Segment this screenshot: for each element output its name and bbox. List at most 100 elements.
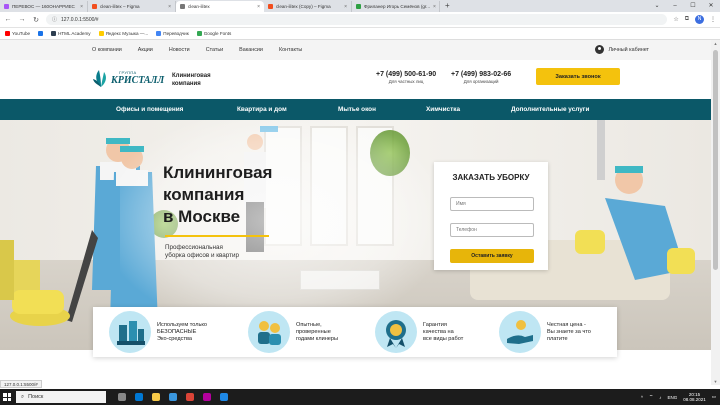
close-window-icon[interactable]: ✕	[702, 0, 720, 12]
scroll-down-icon[interactable]: ▼	[711, 379, 720, 384]
submit-request-button[interactable]: Оставить заявку	[450, 249, 534, 263]
menu-icon[interactable]: ⋮	[710, 16, 716, 23]
extensions-icon[interactable]: ⧉	[685, 16, 689, 23]
browser-tab-active[interactable]: clean-ilitex ×	[176, 1, 264, 12]
bookmark-label: HTML Academy	[58, 31, 91, 36]
store-icon[interactable]	[169, 393, 177, 401]
top-menu-promos[interactable]: Акции	[138, 47, 153, 53]
youtube-icon	[5, 31, 10, 36]
close-tab-icon[interactable]: ×	[257, 4, 260, 10]
close-tab-icon[interactable]: ×	[344, 4, 347, 10]
bookmark-icon	[38, 31, 44, 36]
feature-text: Честная цена -	[547, 321, 586, 328]
chrome-icon[interactable]	[186, 393, 194, 401]
url-field[interactable]: ⓘ 127.0.0.1:5500/#	[46, 14, 668, 25]
tab-title: ПЕРЕВОС — 160ОНАРРИЕС	[12, 4, 75, 9]
features-bar: Используем только БЕЗОПАСНЫЕ Эко-средства …	[93, 307, 617, 357]
menu-offices[interactable]: Офисы и помещения	[116, 106, 183, 113]
top-menu-articles[interactable]: Статьи	[206, 47, 223, 53]
menu-extra-services[interactable]: Дополнительные услуги	[511, 106, 589, 113]
network-icon[interactable]: ⌔	[649, 394, 653, 400]
language-indicator[interactable]: ENG	[667, 395, 677, 400]
hero-title-underline	[165, 235, 269, 237]
feature-text: Гарантия	[423, 321, 447, 328]
personal-cabinet-link[interactable]: Личный кабинет	[595, 45, 649, 54]
new-tab-button[interactable]: +	[440, 1, 455, 12]
hero-subtitle: Профессиональная уборка офисов и квартир	[165, 244, 239, 260]
main-menu: Офисы и помещения Квартира и дом Мытье о…	[0, 99, 711, 120]
leaves-logo-icon	[93, 70, 106, 87]
top-menu-news[interactable]: Новости	[169, 47, 190, 53]
forward-icon[interactable]: →	[18, 16, 26, 23]
translate-icon	[156, 31, 162, 36]
scrollbar-thumb[interactable]	[713, 50, 718, 270]
tray-arrow-icon[interactable]: ^	[641, 395, 643, 400]
info-icon[interactable]: ⓘ	[52, 16, 57, 23]
feature-text: все виды работ	[423, 335, 464, 342]
phone-business[interactable]: +7 (499) 983-02-66 Для организаций	[451, 71, 511, 84]
windows-taskbar: ⌕ Поиск ^ ⌔ ♪ ENG 20:15 08.08.2021 ▭	[0, 389, 720, 405]
bookmark-label: Яндекс Музыка —...	[105, 31, 149, 36]
figma-favicon-icon	[92, 4, 97, 9]
order-call-button[interactable]: Заказать звонок	[536, 68, 620, 85]
menu-windows[interactable]: Мытье окон	[338, 106, 376, 113]
minimize-icon[interactable]: –	[666, 0, 684, 12]
close-tab-icon[interactable]: ×	[80, 4, 83, 10]
company-tagline: Клининговая компания	[172, 72, 211, 88]
back-icon[interactable]: ←	[4, 16, 12, 23]
hero-subtitle-line: Профессиональная	[165, 244, 223, 251]
clock[interactable]: 20:15 08.08.2021	[683, 392, 706, 403]
top-menu-about[interactable]: О компании	[92, 47, 122, 53]
phone-input[interactable]	[450, 223, 534, 237]
top-menu-vacancies[interactable]: Вакансии	[239, 47, 263, 53]
browser-tab[interactable]: ПЕРЕВОС — 160ОНАРРИЕС ×	[0, 1, 88, 12]
phone-private[interactable]: +7 (499) 500-61-90 Для частных лиц	[376, 71, 436, 84]
hero-title: Клининговая компания в Москве	[163, 162, 272, 228]
notifications-icon[interactable]: ▭	[712, 394, 716, 400]
tab-search-icon[interactable]: ⌄	[648, 0, 666, 12]
phone-label: Для организаций	[463, 79, 499, 84]
profile-avatar[interactable]: N	[695, 15, 704, 24]
star-icon[interactable]: ☆	[673, 16, 678, 23]
cleaning-supplies-icon	[109, 311, 151, 353]
start-button[interactable]	[0, 389, 14, 405]
logo-text: КРИСТАЛЛ	[111, 75, 165, 86]
task-view-icon[interactable]	[118, 393, 126, 401]
scroll-up-icon[interactable]: ▲	[711, 41, 720, 46]
app-icon[interactable]	[203, 393, 211, 401]
search-icon: ⌕	[21, 393, 25, 400]
cleaners-icon	[248, 311, 290, 353]
edge-icon[interactable]	[135, 393, 143, 401]
vscode-icon[interactable]	[220, 393, 228, 401]
browser-tab[interactable]: clean-ilitex – Figma ×	[88, 1, 176, 12]
top-menu-contacts[interactable]: Контакты	[279, 47, 302, 53]
close-tab-icon[interactable]: ×	[168, 4, 171, 10]
taskbar-search[interactable]: ⌕ Поиск	[16, 391, 106, 403]
feature-quality: Гарантия качества на все виды работ	[375, 311, 489, 353]
menu-apartment[interactable]: Квартира и дом	[237, 106, 287, 113]
logo[interactable]: ГРУППА КРИСТАЛЛ	[93, 67, 164, 89]
bookmark-yandex-music[interactable]: Яндекс Музыка —...	[98, 31, 149, 36]
name-input[interactable]	[450, 197, 534, 211]
file-explorer-icon[interactable]	[152, 393, 160, 401]
bookmark-youtube[interactable]: YouTube	[5, 31, 30, 36]
order-form-title: ЗАКАЗАТЬ УБОРКУ	[452, 173, 530, 182]
reload-icon[interactable]: ↻	[32, 16, 40, 24]
tab-title: clean-ilitex	[188, 4, 210, 9]
bookmark-translator[interactable]: Переводчик	[156, 31, 189, 36]
tab-favicon-icon	[356, 4, 361, 9]
volume-icon[interactable]: ♪	[659, 395, 661, 400]
window-controls: ⌄ – ☐ ✕	[648, 0, 720, 12]
close-tab-icon[interactable]: ×	[433, 4, 436, 10]
bookmark-item[interactable]	[38, 31, 44, 36]
bookmark-html-academy[interactable]: HTML Academy	[51, 31, 91, 36]
globe-favicon-icon	[180, 4, 185, 9]
page-scrollbar[interactable]: ▲ ▼	[711, 40, 720, 385]
yandex-music-icon	[98, 31, 104, 36]
bookmark-google-fonts[interactable]: Google Fonts	[196, 31, 231, 36]
maximize-icon[interactable]: ☐	[684, 0, 702, 12]
browser-tab[interactable]: Фриланер Игорь Семёнов (gr... ×	[352, 1, 440, 12]
address-bar: ← → ↻ ⓘ 127.0.0.1:5500/# ☆ ⧉ N ⋮	[0, 12, 720, 28]
browser-tab[interactable]: clean-ilitex (Copy) – Figma ×	[264, 1, 352, 12]
menu-dry-cleaning[interactable]: Химчистка	[426, 106, 460, 113]
